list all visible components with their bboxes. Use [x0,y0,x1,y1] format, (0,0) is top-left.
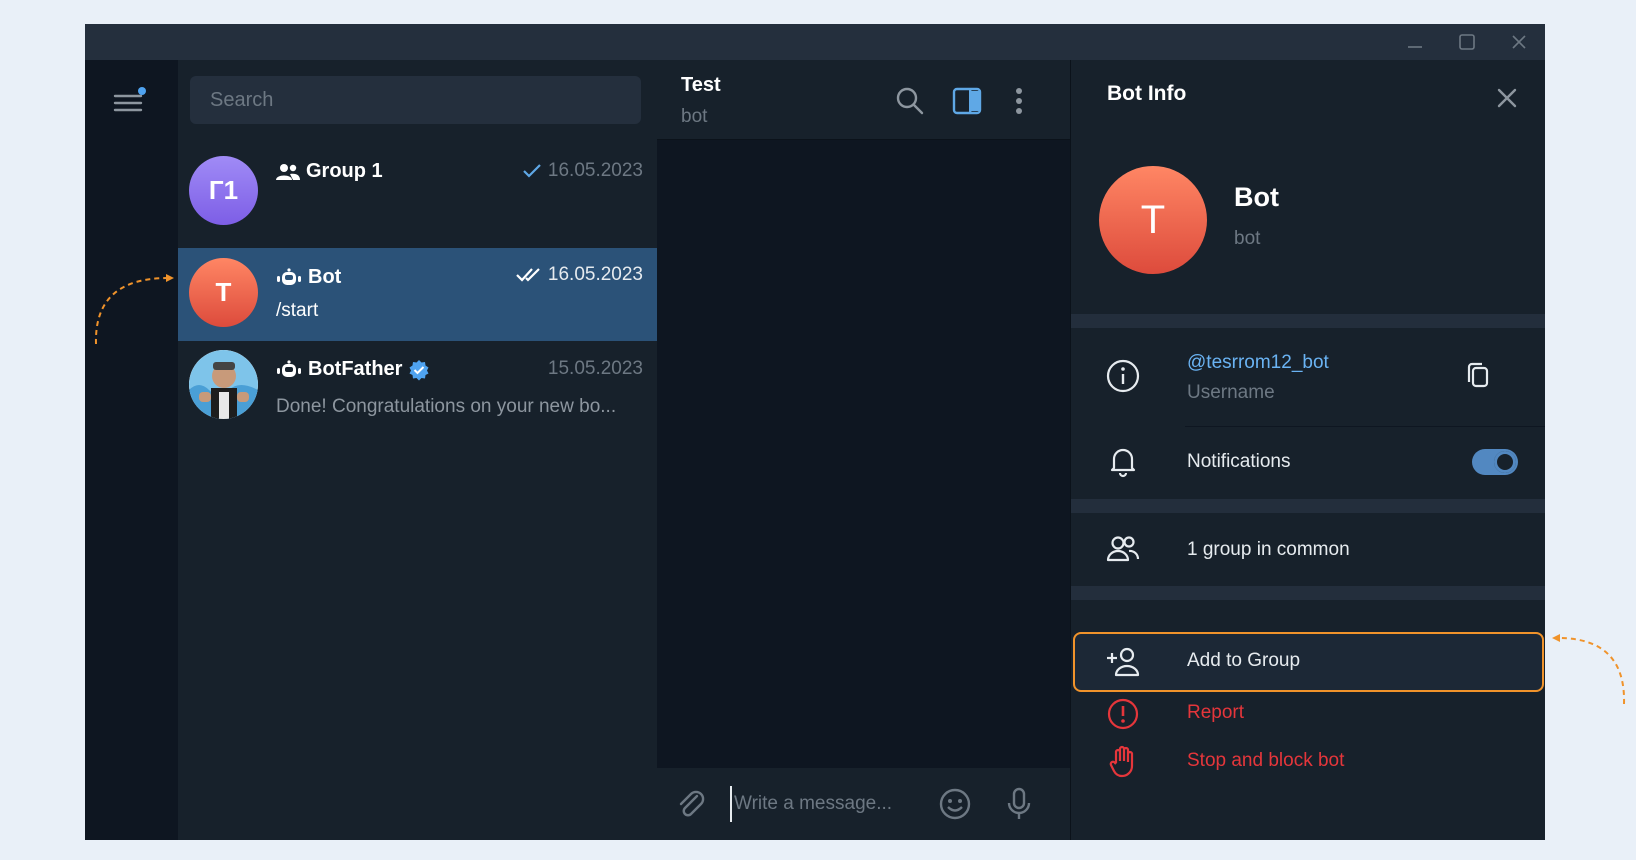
search-input[interactable] [190,76,641,124]
main-menu-button[interactable] [111,86,149,120]
close-icon [1497,88,1517,108]
chat-item-botfather[interactable]: BotFather 15.05.2023 Done! Congratulatio… [178,342,657,435]
section-divider [1071,314,1545,328]
notifications-toggle[interactable] [1472,449,1518,475]
add-to-group-button[interactable]: Add to Group [1071,632,1545,692]
panel-title: Bot Info [1107,82,1187,105]
notification-dot [138,87,146,95]
section-divider [1071,499,1545,513]
emoji-smile-icon [939,788,971,820]
minimize-icon [1408,46,1422,48]
sidebar-panel-icon [952,87,982,115]
chat-date: 16.05.2023 [547,264,643,285]
more-vertical-icon [1016,88,1022,114]
title-bar [85,24,1545,60]
profile-subtitle: bot [1234,228,1261,249]
profile-avatar[interactable]: T [1099,166,1207,274]
chat-header-title: Test [681,74,721,96]
chat-date-row: 16.05.2023 [516,264,643,286]
search-icon [896,87,924,115]
bell-icon [1105,443,1141,479]
minimize-button[interactable] [1389,24,1441,60]
chat-preview: /start [276,300,319,321]
annotation-arrow-left [94,274,174,345]
bot-icon [277,267,301,285]
avatar: T [189,258,258,327]
chat-header[interactable]: Test bot [657,60,1070,140]
message-input[interactable] [730,786,930,822]
read-double-check-icon [516,268,540,282]
toggle-info-panel-button[interactable] [950,84,984,118]
more-options-button[interactable] [1002,84,1036,118]
chat-area: Test bot [657,60,1070,840]
maximize-button[interactable] [1441,24,1493,60]
copy-button[interactable] [1461,358,1497,394]
paperclip-icon [679,790,705,817]
chat-date: 16.05.2023 [547,160,643,181]
add-to-group-label: Add to Group [1187,650,1301,671]
add-user-icon [1105,644,1141,680]
avatar: Г1 [189,156,258,225]
groups-in-common-row[interactable]: 1 group in common [1071,513,1545,586]
search-button[interactable] [893,84,927,118]
app-window: Г1 Group 1 16.05.2023 T Bot 16.05.2023 /… [85,24,1545,840]
users-icon [1105,531,1141,567]
emoji-button[interactable] [937,786,973,822]
alert-circle-icon [1105,696,1141,732]
chat-list: Г1 Group 1 16.05.2023 T Bot 16.05.2023 /… [178,60,657,840]
chat-name: BotFather [308,358,403,380]
sent-check-icon [523,164,541,178]
chat-item-group-1[interactable]: Г1 Group 1 16.05.2023 [178,144,657,237]
botfather-avatar [189,350,258,419]
profile-name: Bot [1234,182,1279,212]
report-label: Report [1187,702,1245,723]
hamburger-menu-icon [113,87,146,112]
chat-date: 15.05.2023 [547,358,643,379]
close-window-button[interactable] [1493,24,1545,60]
annotation-arrow-right [1552,634,1626,705]
report-button[interactable]: Report [1071,692,1545,744]
notifications-label: Notifications [1187,451,1291,472]
chat-title-row: Bot [276,266,341,289]
close-panel-button[interactable] [1491,82,1523,114]
copy-icon [1467,362,1489,388]
chat-preview: Done! Congratulations on your new bo... [276,396,617,417]
close-icon [1512,35,1526,49]
microphone-icon [1007,787,1031,819]
username-row[interactable]: @tesrrom12_bot Username [1071,328,1545,426]
stop-and-block-label: Stop and block bot [1187,750,1345,771]
verified-badge-icon [409,359,429,380]
chat-title-row: BotFather [276,358,430,381]
message-composer [657,768,1070,840]
username-value[interactable]: @tesrrom12_bot [1187,352,1329,374]
maximize-icon [1459,34,1475,50]
chat-item-bot[interactable]: T Bot 16.05.2023 /start [178,248,657,341]
chat-name: Group 1 [306,160,383,182]
chat-date-row: 16.05.2023 [522,160,643,182]
chat-header-subtitle: bot [681,106,708,127]
botfather-portrait-icon [189,350,258,419]
username-label: Username [1187,382,1275,403]
stop-and-block-button[interactable]: Stop and block bot [1071,738,1545,790]
chat-date-row: 15.05.2023 [548,358,643,380]
attach-button[interactable] [673,786,709,822]
notifications-row[interactable]: Notifications [1071,427,1545,499]
section-divider [1071,586,1545,600]
chat-name: Bot [308,266,342,288]
groups-in-common-label: 1 group in common [1187,539,1350,560]
left-rail [85,60,178,840]
info-icon [1105,358,1141,394]
hand-stop-icon [1105,744,1141,780]
bot-icon [277,359,301,377]
bot-info-panel: Bot Info T Bot bot @tesrrom12_bot Userna… [1070,60,1545,840]
voice-record-button[interactable] [1001,786,1037,822]
chat-title-row: Group 1 [276,160,383,183]
group-icon [276,163,300,180]
